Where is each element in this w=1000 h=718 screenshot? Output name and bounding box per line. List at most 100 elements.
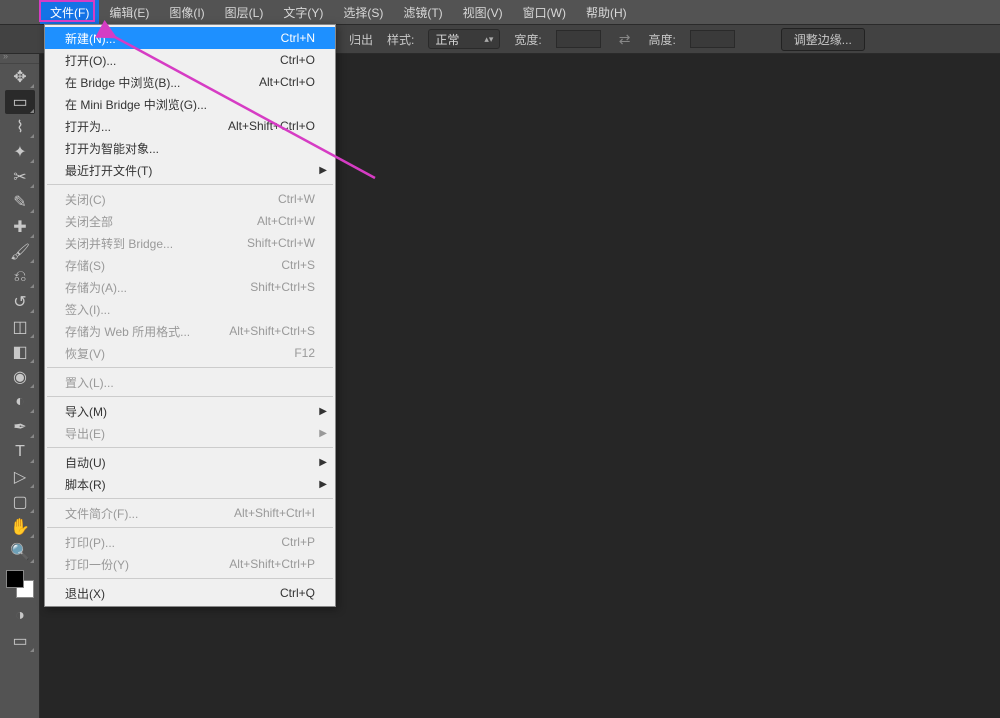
menu-entry-label: 打开为... [65,118,111,135]
tool-marquee[interactable]: ▭ [5,90,35,114]
menu-entry-label: 在 Mini Bridge 中浏览(G)... [65,96,207,113]
tool-lasso[interactable]: ⌇ [5,115,35,139]
tool-flyout-indicator-icon [30,284,34,288]
menu-entry-label: 导出(E) [65,425,105,442]
submenu-arrow-icon: ▶ [319,406,327,417]
menu-entry-shortcut: Alt+Ctrl+W [257,214,315,228]
menu-entry-shortcut: Shift+Ctrl+S [250,280,315,294]
menu-entry-label: 存储为 Web 所用格式... [65,323,190,340]
tool-flyout-indicator-icon [30,159,34,163]
menu-entry-label: 导入(M) [65,403,107,420]
menu-entry[interactable]: 导入(M) ▶ [45,400,335,422]
tool-history[interactable]: ↺ [5,290,35,314]
menu-entry[interactable]: 脚本(R)▶ [45,473,335,495]
height-label: 高度: [648,31,675,48]
tool-eraser[interactable]: ◫ [5,315,35,339]
tool-wand[interactable]: ✦ [5,140,35,164]
menu-item-3[interactable]: 图层(L) [215,0,274,24]
menu-entry-label: 恢复(V) [65,345,105,362]
width-input[interactable] [556,30,601,48]
width-label: 宽度: [514,31,541,48]
menu-item-0[interactable]: 文件(F) [40,0,99,24]
tool-zoom[interactable]: 🔍 [5,540,35,564]
swap-icon[interactable]: ⇄ [615,31,635,48]
tool-flyout-indicator-icon [30,84,34,88]
menu-entry[interactable]: 退出(X)Ctrl+Q [45,582,335,604]
tool-flyout-indicator-icon [30,559,34,563]
tool-move[interactable]: ✥ [5,65,35,89]
submenu-arrow-icon: ▶ [319,428,327,439]
tool-hand[interactable]: ✋ [5,515,35,539]
dropdown-arrows-icon: ▴▾ [484,34,493,45]
menu-entry-shortcut: F12 [294,346,315,360]
refine-edge-button[interactable]: 调整边缘... [781,28,865,51]
menu-entry: 恢复(V) F12 [45,342,335,364]
options-suffix-label: 归出 [349,31,373,48]
menu-entry: 关闭并转到 Bridge...Shift+Ctrl+W [45,232,335,254]
tool-eyedropper[interactable]: ✎ [5,190,35,214]
menu-item-2[interactable]: 图像(I) [159,0,214,24]
quickmask-toggle[interactable]: ◑ [5,604,35,628]
tool-dodge[interactable]: ◐ [5,390,35,414]
menu-separator [47,396,333,397]
menu-item-7[interactable]: 视图(V) [453,0,513,24]
menu-entry-shortcut: Shift+Ctrl+W [247,236,315,250]
menu-entry-shortcut: Alt+Shift+Ctrl+I [234,506,315,520]
toolbox-handle[interactable] [0,54,39,64]
tool-pen[interactable]: ✒ [5,415,35,439]
tool-flyout-indicator-icon [30,359,34,363]
screenmode-toggle[interactable]: ▭ [5,629,35,653]
style-select[interactable]: 正常 ▴▾ [428,29,500,49]
tool-flyout-indicator-icon [30,134,34,138]
tool-crop[interactable]: ✂ [5,165,35,189]
menu-entry-label: 最近打开文件(T) [65,162,152,179]
menu-entry[interactable]: 在 Bridge 中浏览(B)...Alt+Ctrl+O [45,71,335,93]
tool-gradient[interactable]: ◧ [5,340,35,364]
menu-entry-label: 新建(N)... [65,30,116,47]
color-swatch[interactable] [6,570,34,598]
style-label: 样式: [387,31,414,48]
menu-entry[interactable]: 在 Mini Bridge 中浏览(G)... [45,93,335,115]
tool-flyout-indicator-icon [30,109,34,113]
menu-entry-label: 打印(P)... [65,534,115,551]
tool-type[interactable]: T [5,440,35,464]
menu-entry[interactable]: 自动(U)▶ [45,451,335,473]
submenu-arrow-icon: ▶ [319,457,327,468]
foreground-color-swatch[interactable] [6,570,24,588]
menu-entry: 存储(S)Ctrl+S [45,254,335,276]
menu-entry-shortcut: Ctrl+Q [280,586,315,600]
tool-rectangle[interactable]: ▢ [5,490,35,514]
tool-flyout-indicator-icon [30,409,34,413]
menu-entry[interactable]: 新建(N)... Ctrl+N [45,27,335,49]
menu-entry[interactable]: 打开为智能对象... [45,137,335,159]
menu-entry[interactable]: 最近打开文件(T) ▶ [45,159,335,181]
menu-entry: 文件简介(F)...Alt+Shift+Ctrl+I [45,502,335,524]
menu-entry: 打印(P)...Ctrl+P [45,531,335,553]
menu-item-1[interactable]: 编辑(E) [99,0,159,24]
menu-entry-label: 关闭全部 [65,213,113,230]
menu-item-8[interactable]: 窗口(W) [513,0,576,24]
menu-item-5[interactable]: 选择(S) [333,0,393,24]
menu-item-9[interactable]: 帮助(H) [576,0,637,24]
tool-blur[interactable]: ◉ [5,365,35,389]
menu-item-4[interactable]: 文字(Y) [273,0,333,24]
tool-path[interactable]: ▷ [5,465,35,489]
tool-flyout-indicator-icon [30,384,34,388]
menu-entry[interactable]: 打开(O)...Ctrl+O [45,49,335,71]
tool-flyout-indicator-icon [30,234,34,238]
menu-entry[interactable]: 打开为...Alt+Shift+Ctrl+O [45,115,335,137]
menu-entry-shortcut: Ctrl+N [281,31,315,45]
submenu-arrow-icon: ▶ [319,165,327,176]
menu-entry-label: 置入(L)... [65,374,114,391]
menu-entry-shortcut: Alt+Shift+Ctrl+P [229,557,315,571]
height-input[interactable] [690,30,735,48]
menu-entry-label: 关闭(C) [65,191,106,208]
tool-stamp[interactable]: ⎌ [5,265,35,289]
tool-flyout-indicator-icon [30,484,34,488]
file-menu-dropdown: 新建(N)...Ctrl+N打开(O)...Ctrl+O在 Bridge 中浏览… [44,24,336,607]
tool-brush[interactable]: 🖌 [5,240,35,264]
menu-entry: 关闭全部 Alt+Ctrl+W [45,210,335,232]
menu-entry-label: 在 Bridge 中浏览(B)... [65,74,180,91]
menu-item-6[interactable]: 滤镜(T) [393,0,452,24]
tool-healing[interactable]: ✚ [5,215,35,239]
